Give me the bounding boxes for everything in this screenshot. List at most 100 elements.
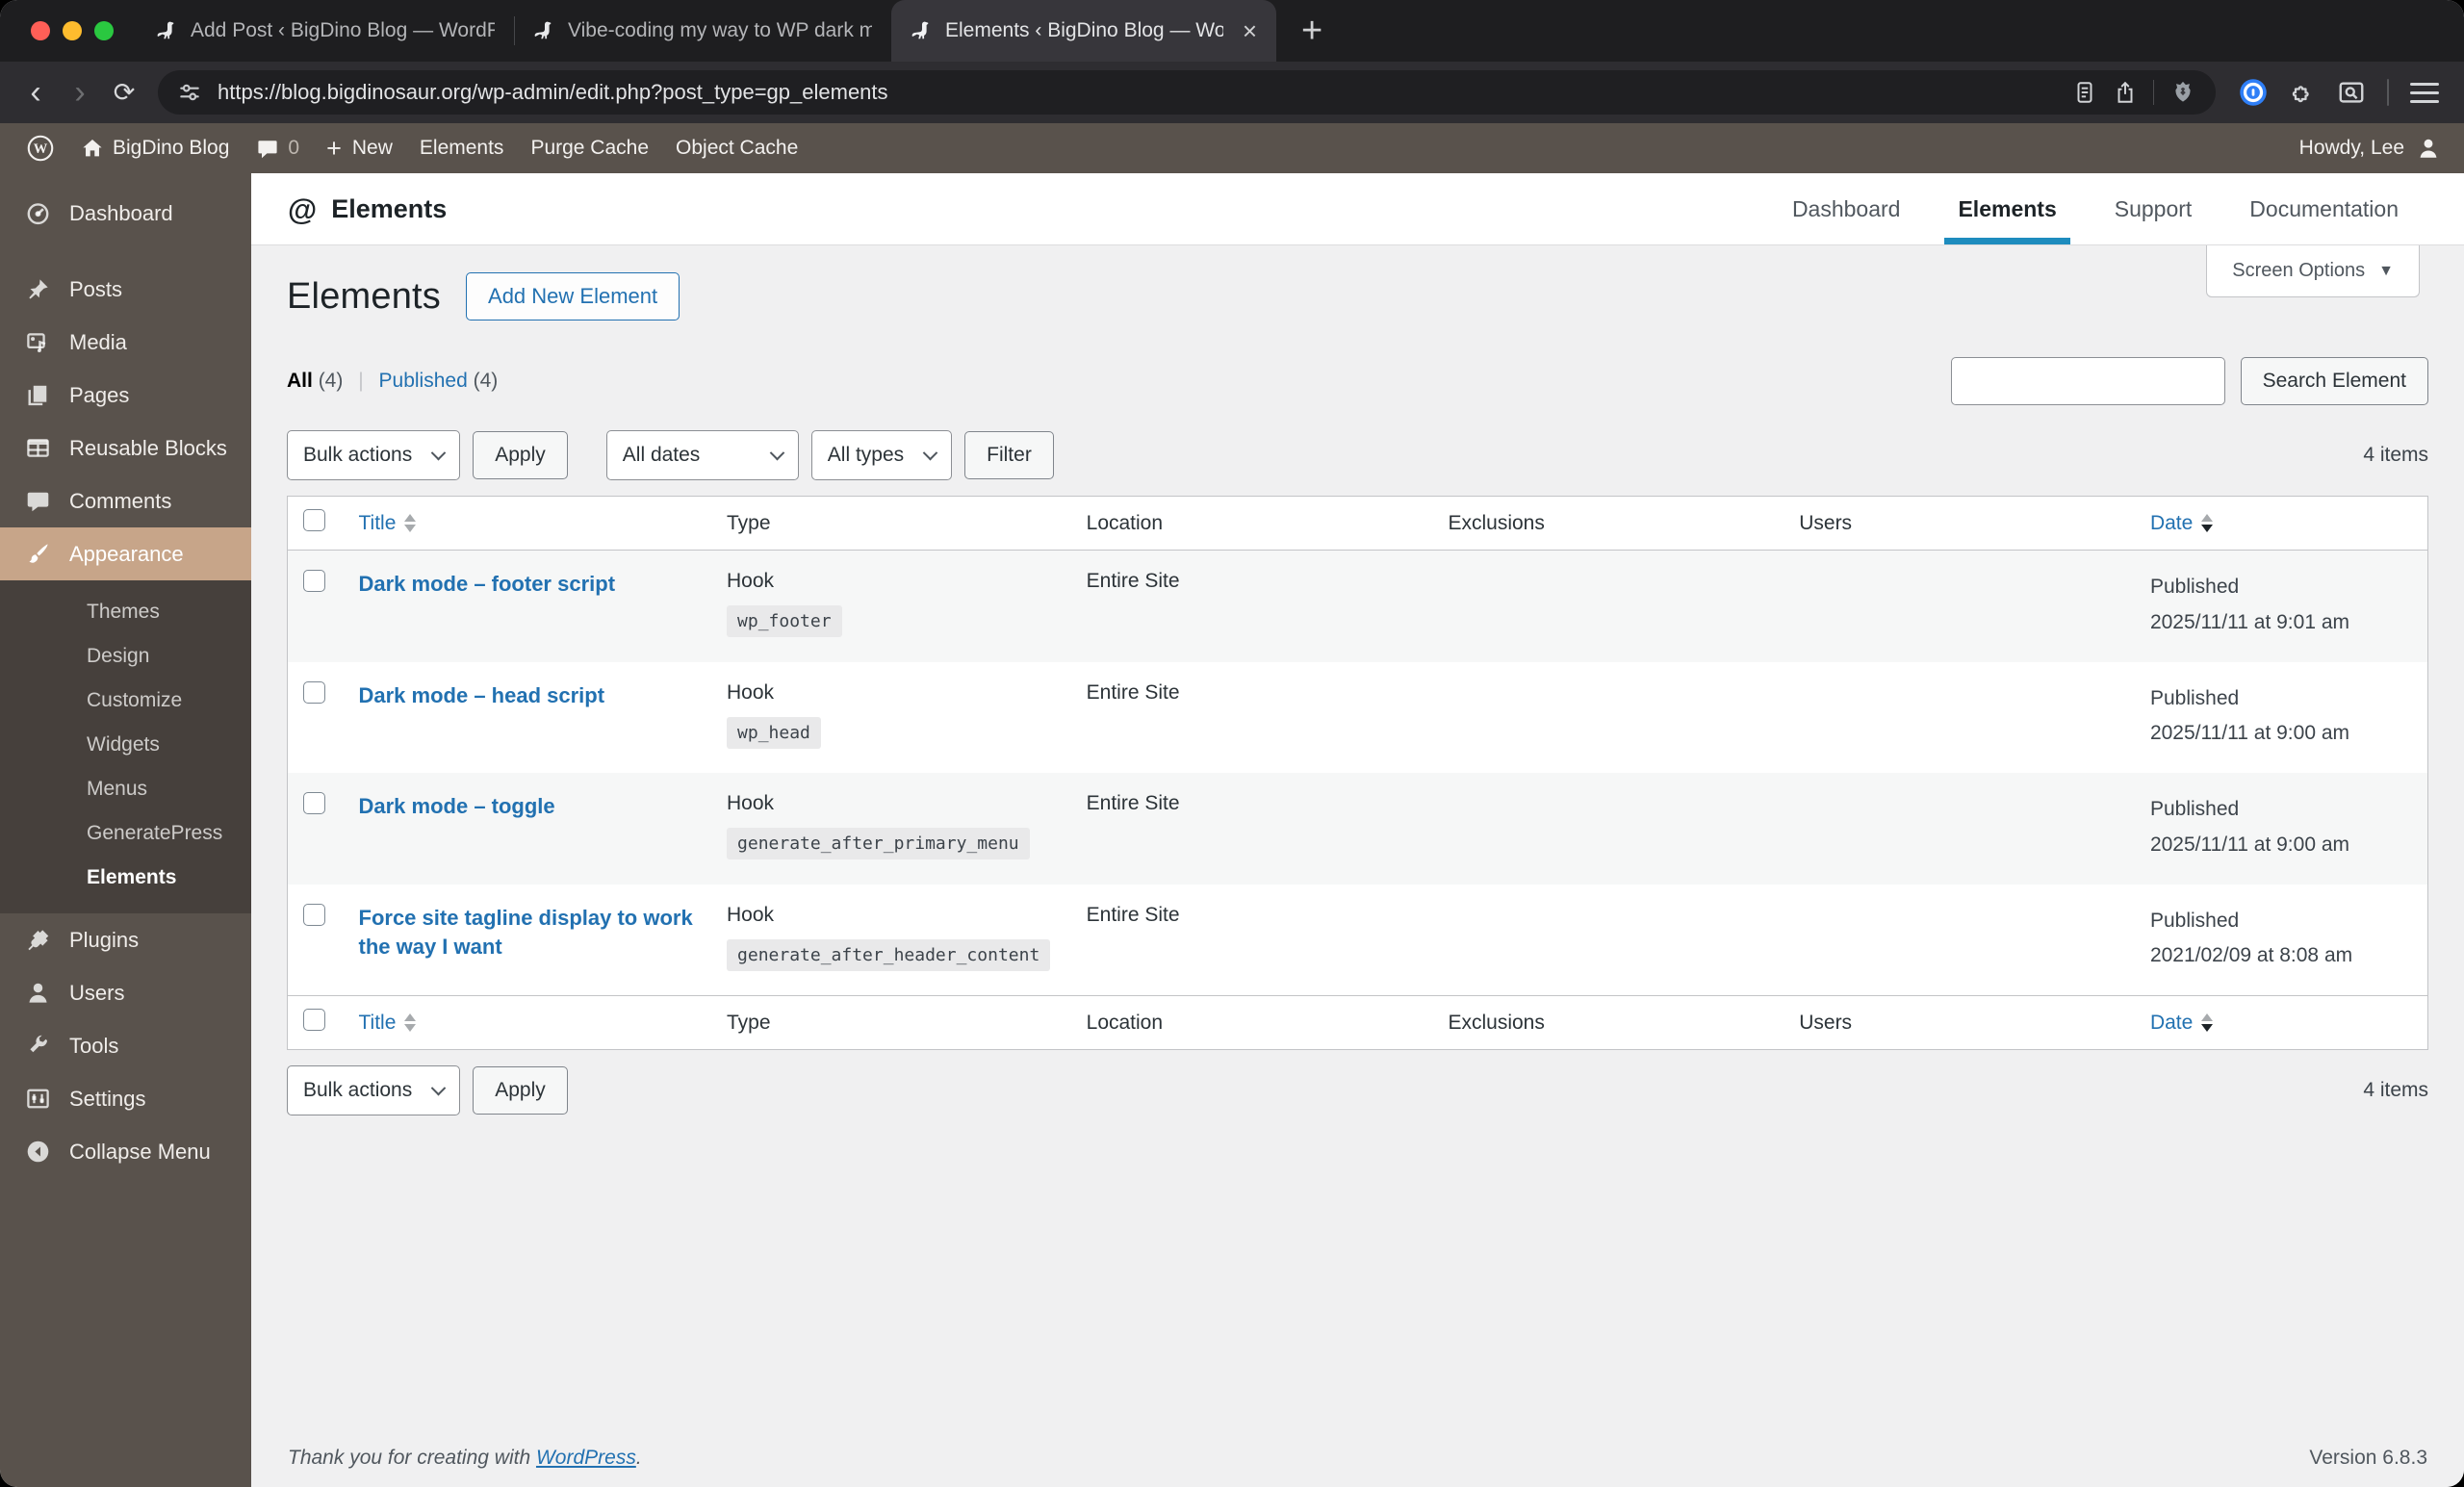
minimize-window-button[interactable] xyxy=(63,21,82,40)
sidebar-item-dashboard[interactable]: Dashboard xyxy=(0,187,251,240)
dinosaur-favicon xyxy=(533,20,554,41)
submenu-menus[interactable]: Menus xyxy=(0,767,251,811)
table-header-row: Title Type Location Exclusions Users Dat… xyxy=(288,497,2428,551)
wp-logo[interactable]: W xyxy=(13,123,67,173)
all-types-select[interactable]: All types xyxy=(811,430,952,480)
share-icon[interactable] xyxy=(2113,80,2138,105)
sort-by-date[interactable]: Date xyxy=(2150,512,2213,535)
url-text[interactable]: https://blog.bigdinosaur.org/wp-admin/ed… xyxy=(218,80,2057,105)
select-all-checkbox[interactable] xyxy=(303,1009,325,1031)
search-element-button[interactable]: Search Element xyxy=(2241,357,2428,405)
sidebar-item-collapse-menu[interactable]: Collapse Menu xyxy=(0,1125,251,1178)
row-checkbox[interactable] xyxy=(303,904,325,926)
sort-by-date[interactable]: Date xyxy=(2150,1012,2213,1035)
my-account-link[interactable]: Howdy, Lee xyxy=(2299,136,2451,161)
extensions-puzzle-icon[interactable] xyxy=(2289,79,2316,106)
sidebar-item-media[interactable]: Media xyxy=(0,316,251,369)
caret-down-icon: ▼ xyxy=(2378,263,2394,280)
sidebar-item-appearance[interactable]: Appearance xyxy=(0,527,251,580)
forward-icon[interactable]: › xyxy=(58,76,102,109)
sort-by-title[interactable]: Title xyxy=(359,512,417,535)
sidebar-item-pages[interactable]: Pages xyxy=(0,369,251,422)
gp-tab-elements[interactable]: Elements xyxy=(1929,173,2085,244)
sidebar-item-reusable-blocks[interactable]: Reusable Blocks xyxy=(0,422,251,474)
reader-mode-icon[interactable] xyxy=(2072,80,2097,105)
1password-icon[interactable] xyxy=(2239,78,2268,107)
sort-arrows-icon xyxy=(404,1013,416,1032)
apply-button[interactable]: Apply xyxy=(473,431,568,479)
filter-published[interactable]: Published xyxy=(379,370,468,392)
zoom-window-button[interactable] xyxy=(94,21,114,40)
sidebar-item-tools[interactable]: Tools xyxy=(0,1019,251,1072)
search-input[interactable] xyxy=(1951,357,2225,405)
new-tab-button[interactable]: + xyxy=(1301,13,1322,49)
close-tab-icon[interactable]: × xyxy=(1243,18,1257,43)
menu-separator xyxy=(0,240,251,263)
divider xyxy=(2153,80,2154,105)
sort-by-title[interactable]: Title xyxy=(359,1012,417,1035)
submenu-widgets[interactable]: Widgets xyxy=(0,723,251,767)
media-icon xyxy=(23,329,52,355)
hook-badge: wp_footer xyxy=(727,605,842,637)
filter-button[interactable]: Filter xyxy=(964,431,1054,479)
gp-tab-documentation[interactable]: Documentation xyxy=(2220,173,2427,244)
select-all-checkbox[interactable] xyxy=(303,509,325,531)
sidebar-item-comments[interactable]: Comments xyxy=(0,474,251,527)
sidebar-item-plugins[interactable]: Plugins xyxy=(0,913,251,966)
bulk-actions-select[interactable]: Bulk actions xyxy=(287,430,460,480)
table-row: Dark mode – toggle Hookgenerate_after_pr… xyxy=(288,773,2428,885)
browser-tab-add-post[interactable]: Add Post ‹ BigDino Blog — WordPr xyxy=(137,0,514,62)
bulk-actions-select[interactable]: Bulk actions xyxy=(287,1065,460,1115)
row-checkbox[interactable] xyxy=(303,792,325,814)
browser-tab-vibe-coding[interactable]: Vibe-coding my way to WP dark m xyxy=(514,0,891,62)
add-new-element-button[interactable]: Add New Element xyxy=(466,272,680,320)
tab-title: Elements ‹ BigDino Blog — Wo xyxy=(945,19,1223,42)
row-checkbox[interactable] xyxy=(303,681,325,704)
browser-tab-elements-active[interactable]: Elements ‹ BigDino Blog — Wo × xyxy=(891,0,1276,62)
sidebar-item-settings[interactable]: Settings xyxy=(0,1072,251,1125)
submenu-generatepress[interactable]: GeneratePress xyxy=(0,811,251,856)
submenu-themes[interactable]: Themes xyxy=(0,590,251,634)
site-name-link[interactable]: BigDino Blog xyxy=(67,123,243,173)
close-window-button[interactable] xyxy=(31,21,50,40)
purge-cache-link[interactable]: Purge Cache xyxy=(517,123,662,173)
comments-count: 0 xyxy=(288,137,299,160)
new-content-link[interactable]: + New xyxy=(313,123,406,173)
gp-tab-dashboard[interactable]: Dashboard xyxy=(1763,173,1930,244)
search-window-icon[interactable] xyxy=(2337,78,2366,107)
search-box: Search Element xyxy=(1951,357,2428,405)
apply-button[interactable]: Apply xyxy=(473,1066,568,1115)
element-title-link[interactable]: Dark mode – head script xyxy=(359,681,605,711)
column-users: Users xyxy=(1784,497,2135,551)
element-title-link[interactable]: Dark mode – toggle xyxy=(359,792,555,822)
object-cache-link[interactable]: Object Cache xyxy=(662,123,811,173)
dinosaur-favicon xyxy=(156,20,177,41)
sidebar-item-users[interactable]: Users xyxy=(0,966,251,1019)
wordpress-link[interactable]: WordPress xyxy=(536,1447,636,1469)
row-checkbox[interactable] xyxy=(303,570,325,592)
sidebar-item-posts[interactable]: Posts xyxy=(0,263,251,316)
address-bar[interactable]: https://blog.bigdinosaur.org/wp-admin/ed… xyxy=(158,70,2216,115)
back-icon[interactable]: ‹ xyxy=(13,76,58,109)
reload-icon[interactable]: ⟳ xyxy=(102,80,146,106)
wrench-icon xyxy=(23,1033,52,1059)
submenu-elements-current[interactable]: Elements xyxy=(0,856,251,900)
gp-elements-logo-icon: @ xyxy=(288,194,317,224)
menu-hamburger-icon[interactable] xyxy=(2410,83,2439,103)
appearance-submenu: Themes Design Customize Widgets Menus Ge… xyxy=(0,580,251,913)
submenu-customize[interactable]: Customize xyxy=(0,679,251,723)
element-title-link[interactable]: Dark mode – footer script xyxy=(359,570,616,600)
hook-badge: generate_after_header_content xyxy=(727,939,1050,971)
all-dates-select[interactable]: All dates xyxy=(606,430,799,480)
screen-options-tab[interactable]: Screen Options ▼ xyxy=(2206,245,2420,297)
comments-link[interactable]: 0 xyxy=(243,123,313,173)
tune-icon[interactable] xyxy=(177,80,202,105)
filter-all[interactable]: All xyxy=(287,370,313,392)
brave-lion-icon[interactable] xyxy=(2169,79,2196,106)
table-footer-row: Title Type Location Exclusions Users Dat… xyxy=(288,996,2428,1050)
element-title-link[interactable]: Force site tagline display to work the w… xyxy=(359,904,697,963)
gp-tab-support[interactable]: Support xyxy=(2086,173,2221,244)
submenu-design[interactable]: Design xyxy=(0,634,251,679)
adminbar-elements-link[interactable]: Elements xyxy=(406,123,518,173)
table-row: Force site tagline display to work the w… xyxy=(288,885,2428,996)
